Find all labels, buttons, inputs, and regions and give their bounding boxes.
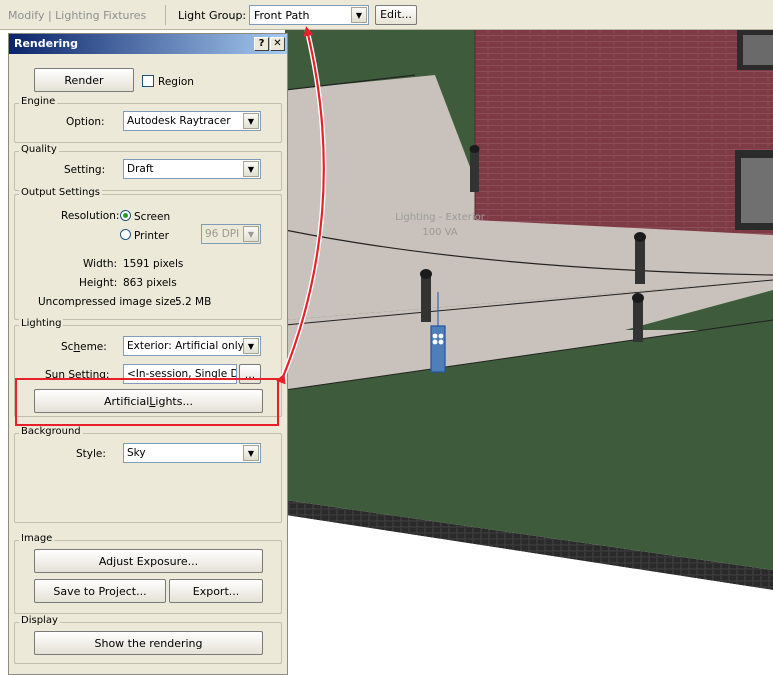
quality-setting-value: Draft [127, 163, 154, 175]
dialog-title: Rendering [14, 37, 78, 50]
save-to-project-button[interactable]: Save to Project... [34, 579, 166, 603]
scene-drawing [285, 30, 773, 675]
printer-radio[interactable] [120, 229, 131, 240]
screen-label: Screen [134, 211, 171, 223]
engine-option-dropdown[interactable]: Autodesk Raytracer ▼ [123, 111, 261, 131]
region-label: Region [158, 76, 194, 88]
chevron-down-icon[interactable]: ▼ [243, 226, 259, 242]
context-label: Modify | Lighting Fixtures [8, 9, 147, 22]
adjust-exposure-button[interactable]: Adjust Exposure... [34, 549, 263, 573]
chevron-down-icon[interactable]: ▼ [243, 338, 259, 354]
region-checkbox[interactable] [142, 75, 154, 87]
quality-group-label: Quality [19, 144, 59, 155]
background-group-label: Background [19, 426, 83, 437]
output-settings-group-label: Output Settings [19, 187, 102, 198]
image-group-label: Image [19, 533, 55, 544]
separator [165, 5, 166, 25]
height-label: Height: [79, 277, 118, 289]
close-button[interactable]: ✕ [270, 37, 285, 51]
width-label: Width: [83, 258, 118, 270]
quality-setting-dropdown[interactable]: Draft ▼ [123, 159, 261, 179]
chevron-down-icon[interactable]: ▼ [351, 7, 367, 23]
engine-group-label: Engine [19, 96, 58, 107]
scheme-label: Scheme: [61, 341, 107, 353]
printer-label: Printer [134, 230, 169, 242]
screen-radio[interactable] [120, 210, 131, 221]
rendering-dialog: Rendering ? ✕ Render Region Engine Optio… [8, 33, 288, 675]
light-group-value: Front Path [254, 9, 310, 22]
show-rendering-button[interactable]: Show the rendering [34, 631, 263, 655]
bollard [469, 145, 480, 192]
dpi-dropdown[interactable]: 96 DPI ▼ [201, 224, 261, 244]
display-group-label: Display [19, 615, 60, 626]
quality-setting-label: Setting: [64, 164, 106, 176]
chevron-down-icon[interactable]: ▼ [243, 445, 259, 461]
background-style-dropdown[interactable]: Sky ▼ [123, 443, 261, 463]
engine-option-value: Autodesk Raytracer [127, 115, 231, 127]
callout-highlight-box [15, 378, 279, 426]
image-size-label: Uncompressed image size: [38, 296, 180, 308]
edit-button[interactable]: Edit... [375, 5, 417, 25]
export-button[interactable]: Export... [169, 579, 263, 603]
lighting-scheme-dropdown[interactable]: Exterior: Artificial only ▼ [123, 336, 261, 356]
render-button[interactable]: Render [34, 68, 134, 92]
chevron-down-icon[interactable]: ▼ [243, 161, 259, 177]
3d-viewport[interactable]: Lighting - Exterior 100 VA [285, 30, 773, 675]
light-group-label: Light Group: [178, 9, 247, 22]
options-bar: Modify | Lighting Fixtures Light Group: … [0, 0, 773, 30]
dpi-value: 96 DPI [205, 228, 240, 240]
width-value: 1591 pixels [123, 258, 184, 270]
light-group-dropdown[interactable]: Front Path ▼ [249, 5, 369, 25]
image-size-value: 5.2 MB [175, 296, 212, 308]
background-style-value: Sky [127, 447, 146, 459]
help-button[interactable]: ? [254, 37, 269, 51]
lighting-tag-power: 100 VA [422, 227, 458, 238]
background-style-label: Style: [76, 448, 106, 460]
dialog-title-bar[interactable]: Rendering ? ✕ [9, 34, 287, 54]
lighting-scheme-value: Exterior: Artificial only [127, 340, 244, 352]
lighting-tag-name: Lighting - Exterior [395, 212, 485, 223]
engine-option-label: Option: [66, 116, 105, 128]
height-value: 863 pixels [123, 277, 177, 289]
lighting-group-label: Lighting [19, 318, 64, 329]
resolution-label: Resolution: [61, 210, 120, 222]
chevron-down-icon[interactable]: ▼ [243, 113, 259, 129]
